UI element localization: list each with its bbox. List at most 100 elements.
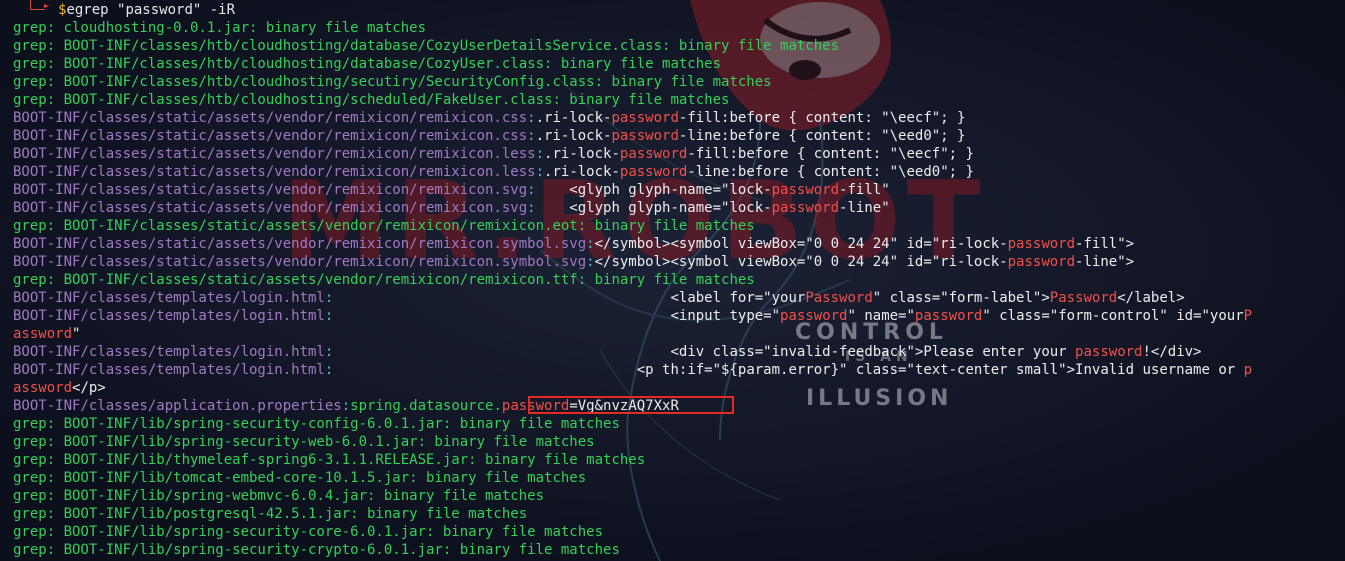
output-segment: : xyxy=(527,182,536,198)
output-line: grep: BOOT-INF/lib/spring-security-web-6… xyxy=(13,433,595,451)
output-segment: -line:before { content: "\eed0"; } xyxy=(687,164,974,180)
output-segment: -line"> xyxy=(1075,254,1135,270)
output-segment: password xyxy=(619,146,688,162)
output-segment: grep: BOOT-INF/lib/postgresql-42.5.1.jar… xyxy=(13,506,528,522)
output-segment: P xyxy=(1243,308,1253,324)
output-segment: BOOT-INF/classes/static/assets/vendor/re… xyxy=(13,110,528,126)
output-line: BOOT-INF/classes/templates/login.html: <… xyxy=(13,289,1185,307)
output-line: BOOT-INF/classes/static/assets/vendor/re… xyxy=(13,235,1134,253)
output-segment: " class="form-control" id="your xyxy=(982,308,1244,324)
output-segment: BOOT-INF/classes/templates/login.html xyxy=(13,308,325,324)
output-segment: " xyxy=(72,326,81,342)
output-segment: : xyxy=(586,236,595,252)
output-segment: </symbol><symbol viewBox="0 0 24 24" id=… xyxy=(594,254,1008,270)
output-segment: </label> xyxy=(1117,290,1185,306)
output-line: BOOT-INF/classes/static/assets/vendor/re… xyxy=(13,181,890,199)
output-line: grep: BOOT-INF/lib/spring-security-crypt… xyxy=(13,541,620,559)
output-segment: -fill:before { content: "\eecf"; } xyxy=(678,110,966,126)
output-segment: -fill"> xyxy=(1075,236,1135,252)
output-segment: grep: BOOT-INF/lib/spring-security-web-6… xyxy=(13,434,595,450)
output-segment: : xyxy=(527,110,536,126)
output-segment: password xyxy=(914,308,983,324)
output-segment: assword xyxy=(13,380,73,396)
output-segment: BOOT-INF/classes/templates/login.html xyxy=(13,362,325,378)
output-segment: : xyxy=(586,254,595,270)
output-segment: : xyxy=(527,200,536,216)
prompt-corner-icon xyxy=(30,0,45,10)
output-segment: BOOT-INF/classes/application.properties xyxy=(13,398,342,414)
prompt-arrow-icon xyxy=(44,4,49,8)
output-segment: BOOT-INF/classes/templates/login.html xyxy=(13,344,325,360)
output-segment: Password xyxy=(1049,290,1118,306)
output-segment: grep: BOOT-INF/lib/spring-security-confi… xyxy=(13,416,620,432)
output-line: grep: BOOT-INF/classes/htb/cloudhosting/… xyxy=(13,55,721,73)
output-line: grep: BOOT-INF/lib/spring-security-confi… xyxy=(13,415,620,433)
output-segment: BOOT-INF/classes/static/assets/vendor/re… xyxy=(13,200,528,216)
output-segment: BOOT-INF/classes/templates/login.html xyxy=(13,290,325,306)
output-line: assword</p> xyxy=(13,379,106,397)
output-segment: password xyxy=(1007,236,1076,252)
output-segment: : xyxy=(527,128,536,144)
output-segment: BOOT-INF/classes/static/assets/vendor/re… xyxy=(13,164,536,180)
output-segment: assword xyxy=(13,326,73,342)
output-segment: BOOT-INF/classes/static/assets/vendor/re… xyxy=(13,146,536,162)
output-segment: grep: BOOT-INF/lib/spring-security-core-… xyxy=(13,524,604,540)
output-segment: grep: BOOT-INF/classes/htb/cloudhosting/… xyxy=(13,38,840,54)
terminal-output[interactable]: $egrep "password" -iR grep: cloudhosting… xyxy=(0,0,1345,561)
output-segment: : xyxy=(341,398,351,414)
output-line: assword" xyxy=(13,325,80,343)
output-line: BOOT-INF/classes/static/assets/vendor/re… xyxy=(13,163,974,181)
output-segment: password xyxy=(771,182,840,198)
output-line: grep: BOOT-INF/lib/postgresql-42.5.1.jar… xyxy=(13,505,527,523)
command-line: $egrep "password" -iR xyxy=(58,1,235,19)
output-line: grep: BOOT-INF/lib/tomcat-embed-core-10.… xyxy=(13,469,586,487)
output-segment: </symbol><symbol viewBox="0 0 24 24" id=… xyxy=(594,236,1008,252)
output-segment: <glyph glyph-name="lock- xyxy=(535,200,772,216)
output-segment: BOOT-INF/classes/static/assets/vendor/re… xyxy=(13,128,528,144)
output-line: grep: cloudhosting-0.0.1.jar: binary fil… xyxy=(13,19,426,37)
output-segment: " class="form-label"> xyxy=(872,290,1050,306)
output-segment: BOOT-INF/classes/static/assets/vendor/re… xyxy=(13,254,587,270)
output-line: grep: BOOT-INF/classes/htb/cloudhosting/… xyxy=(13,37,839,55)
output-segment: -fill:before { content: "\eecf"; } xyxy=(687,146,974,162)
output-segment: : xyxy=(535,164,545,180)
output-segment: password xyxy=(619,164,688,180)
output-segment: grep: BOOT-INF/classes/static/assets/ven… xyxy=(13,272,755,288)
output-line: BOOT-INF/classes/static/assets/vendor/re… xyxy=(13,109,965,127)
command-text: egrep "password" -iR xyxy=(66,2,236,18)
output-line: BOOT-INF/classes/templates/login.html: <… xyxy=(13,307,1252,325)
output-segment: <input type=" xyxy=(333,308,781,324)
output-line: grep: BOOT-INF/classes/htb/cloudhosting/… xyxy=(13,73,772,91)
output-segment: .ri-lock- xyxy=(535,128,612,144)
output-segment: : xyxy=(535,146,545,162)
output-segment: <p th:if="${param.error}" class="text-ce… xyxy=(333,362,1244,378)
output-segment: -line:before { content: "\eed0"; } xyxy=(678,128,966,144)
output-segment: password xyxy=(611,110,679,126)
output-segment: grep: BOOT-INF/lib/spring-security-crypt… xyxy=(13,542,620,558)
output-segment: Password xyxy=(805,290,873,306)
output-line: BOOT-INF/classes/static/assets/vendor/re… xyxy=(13,127,965,145)
output-segment: spring.datasource. xyxy=(350,398,502,414)
output-line: BOOT-INF/classes/static/assets/vendor/re… xyxy=(13,253,1134,271)
output-segment: <div class="invalid-feedback">Please ent… xyxy=(333,344,1076,360)
output-segment: grep: BOOT-INF/lib/thymeleaf-spring6-3.1… xyxy=(13,452,646,468)
output-segment: grep: BOOT-INF/classes/static/assets/ven… xyxy=(13,218,755,234)
output-segment: " name=" xyxy=(847,308,915,324)
output-segment: password xyxy=(1007,254,1076,270)
output-segment: </p> xyxy=(72,380,106,396)
output-line: grep: BOOT-INF/lib/spring-webmvc-6.0.4.j… xyxy=(13,487,544,505)
output-segment: .ri-lock- xyxy=(544,146,620,162)
output-line: grep: BOOT-INF/classes/static/assets/ven… xyxy=(13,271,755,289)
output-segment: grep: BOOT-INF/lib/tomcat-embed-core-10.… xyxy=(13,470,587,486)
password-highlight-box xyxy=(528,396,734,414)
output-line: grep: BOOT-INF/classes/htb/cloudhosting/… xyxy=(13,91,729,109)
output-segment: BOOT-INF/classes/static/assets/vendor/re… xyxy=(13,236,587,252)
output-segment: password xyxy=(780,308,848,324)
output-line: BOOT-INF/classes/static/assets/vendor/re… xyxy=(13,145,974,163)
output-line: BOOT-INF/classes/static/assets/vendor/re… xyxy=(13,199,890,217)
output-line: grep: BOOT-INF/classes/static/assets/ven… xyxy=(13,217,755,235)
output-segment: <glyph glyph-name="lock- xyxy=(535,182,772,198)
output-segment: password xyxy=(1075,344,1143,360)
output-segment: grep: BOOT-INF/classes/htb/cloudhosting/… xyxy=(13,74,772,90)
output-segment: grep: BOOT-INF/classes/htb/cloudhosting/… xyxy=(13,92,730,108)
